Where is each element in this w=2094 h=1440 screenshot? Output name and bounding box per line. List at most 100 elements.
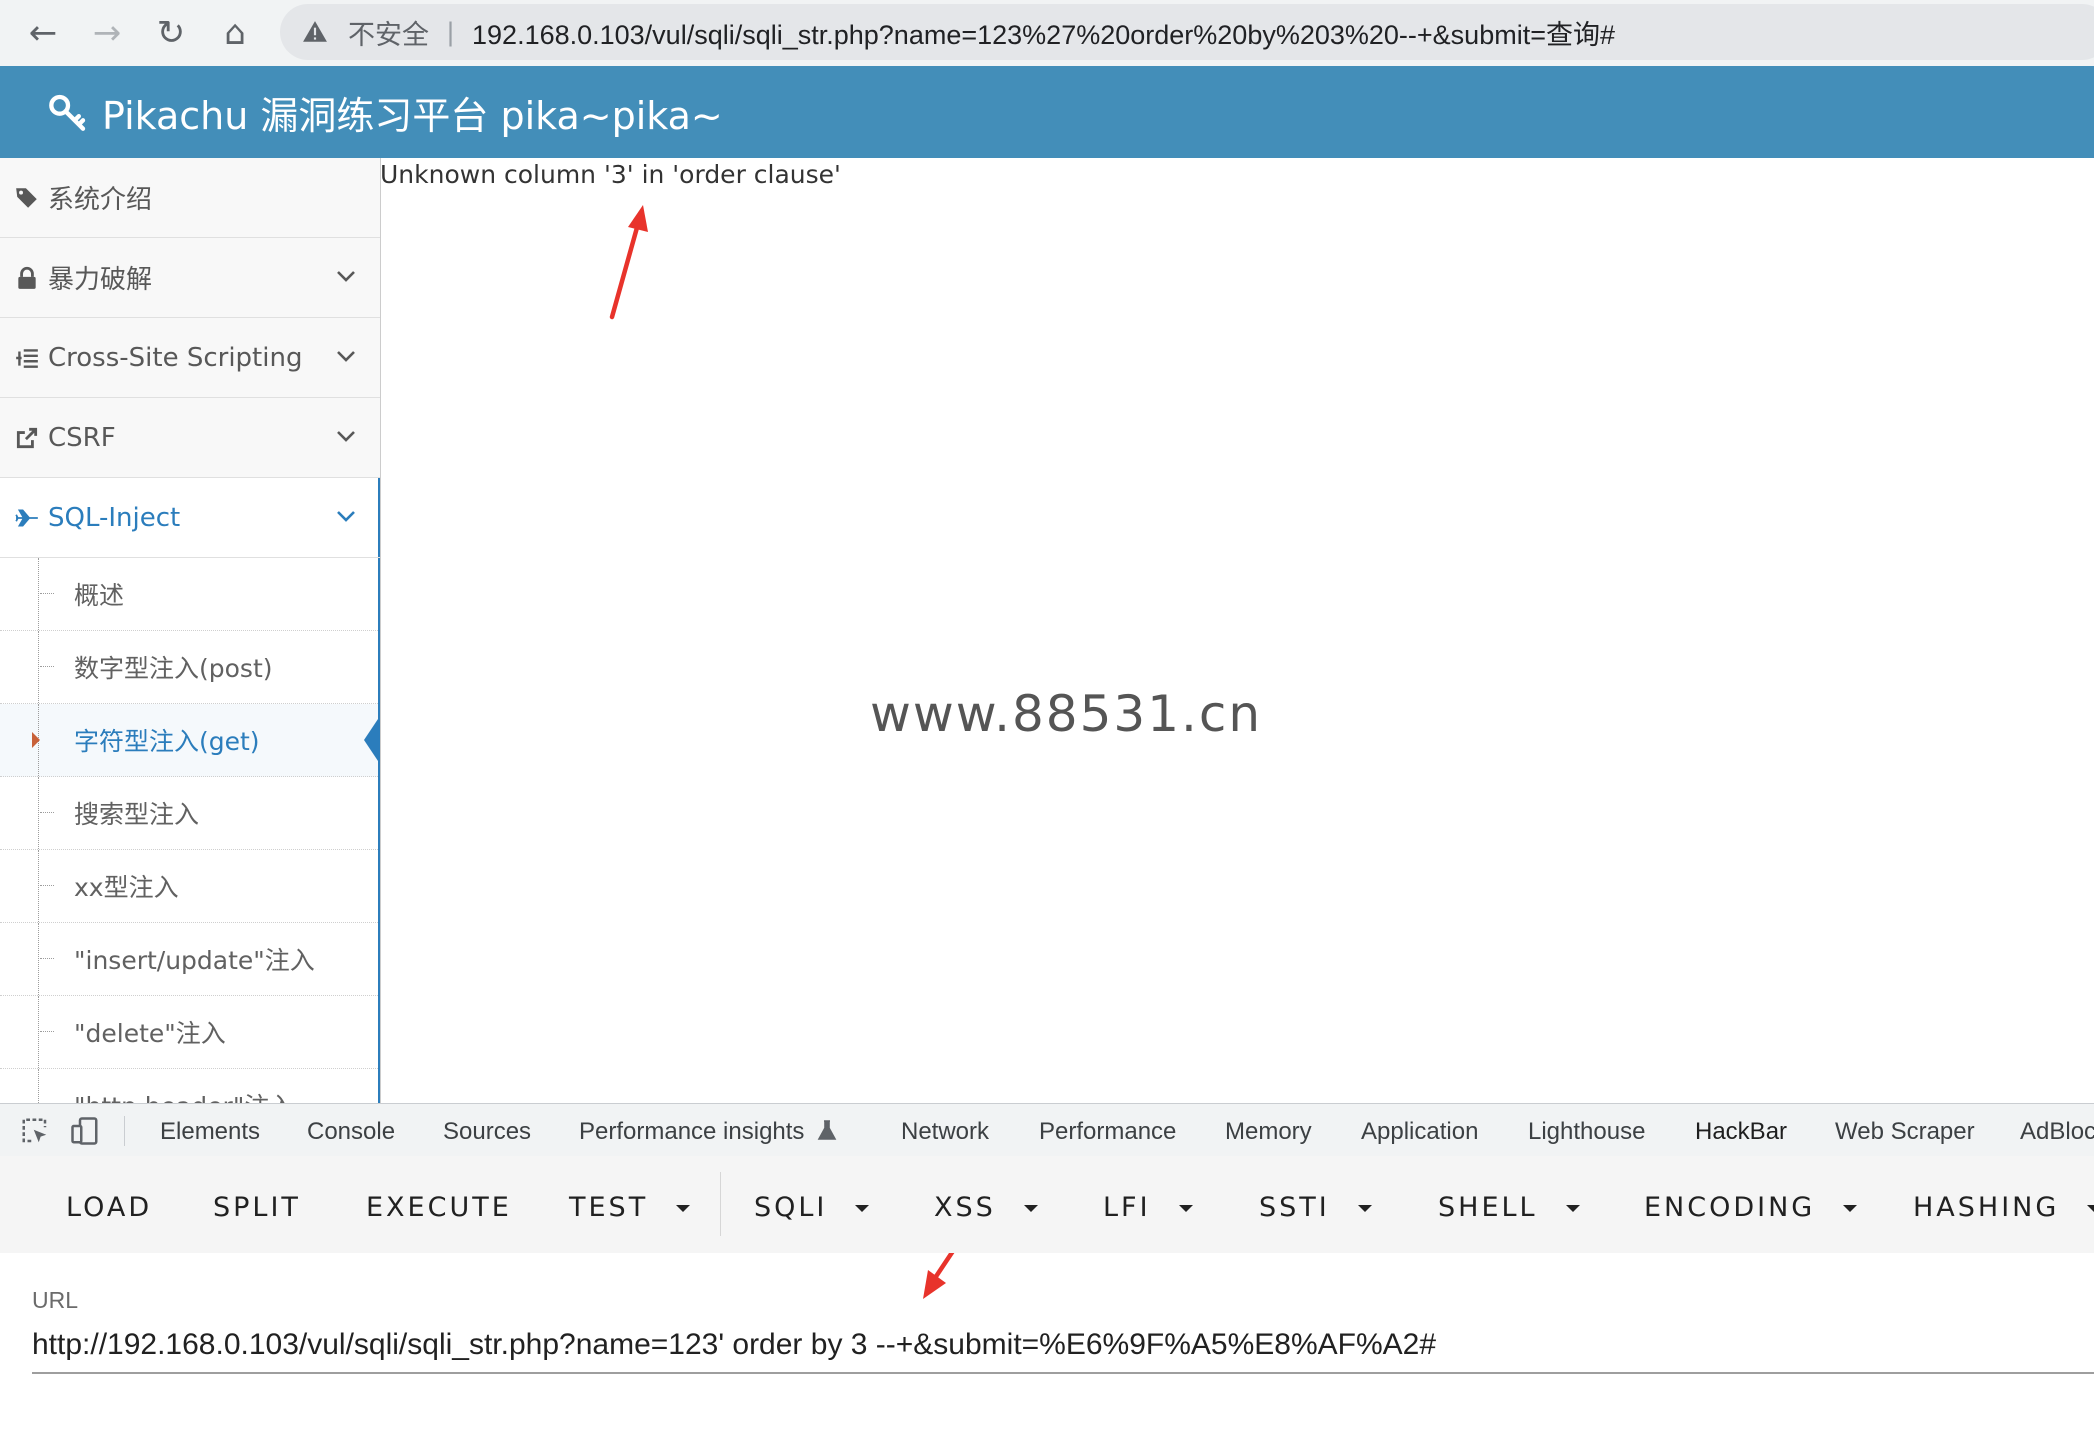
sqli-label: SQLI <box>754 1192 828 1223</box>
hashing-dropdown[interactable]: HASHING <box>1913 1192 2094 1223</box>
sidebar-item-brute-force[interactable]: 暴力破解 <box>0 238 380 318</box>
caret-down-icon <box>676 1205 691 1212</box>
watermark-text: www.88531.cn <box>870 685 1263 743</box>
home-button[interactable]: ⌂ <box>212 10 258 56</box>
security-status[interactable]: 不安全 <box>348 13 429 52</box>
reload-button[interactable]: ↻ <box>148 10 194 56</box>
submenu-item-label: 搜索型注入 <box>74 800 200 829</box>
chevron-down-icon <box>337 511 355 522</box>
sql-error-message: Unknown column '3' in 'order clause' <box>380 160 841 189</box>
hashing-label: HASHING <box>1913 1192 2060 1223</box>
submenu-item-label: "insert/update"注入 <box>74 946 315 975</box>
sidebar-item-sql-inject[interactable]: SQL-Inject <box>0 478 380 558</box>
tab-performance[interactable]: Performance <box>1039 1118 1176 1146</box>
address-bar[interactable]: 不安全 | 192.168.0.103/vul/sqli/sqli_str.ph… <box>280 4 2094 60</box>
sidebar-item-label: CSRF <box>48 422 116 453</box>
list-icon <box>16 348 38 368</box>
xss-dropdown[interactable]: XSS <box>934 1192 1038 1223</box>
lfi-dropdown[interactable]: LFI <box>1103 1192 1193 1223</box>
submenu-item-numeric-post[interactable]: 数字型注入(post) <box>0 631 380 704</box>
submenu-item-search[interactable]: 搜索型注入 <box>0 777 380 850</box>
key-icon <box>49 94 86 131</box>
sidebar-item-xss[interactable]: Cross-Site Scripting <box>0 318 380 398</box>
url-input[interactable] <box>32 1318 2094 1374</box>
sidebar-item-label: SQL-Inject <box>48 502 181 533</box>
submenu-item-label: "http header"注入 <box>74 1087 294 1103</box>
submenu-item-overview[interactable]: 概述 <box>0 558 380 631</box>
back-button[interactable]: ← <box>20 10 66 56</box>
forward-button[interactable]: → <box>84 10 130 56</box>
sidebar-item-label: 系统介绍 <box>48 185 153 215</box>
caret-right-icon <box>32 732 40 748</box>
submenu-item-label: 字符型注入(get) <box>74 727 260 756</box>
sidebar-item-csrf[interactable]: CSRF <box>0 398 380 478</box>
tab-lighthouse[interactable]: Lighthouse <box>1528 1118 1645 1146</box>
load-button[interactable]: LOAD <box>66 1192 152 1223</box>
lfi-label: LFI <box>1103 1192 1151 1223</box>
submenu-item-delete[interactable]: "delete"注入 <box>0 996 380 1069</box>
submenu-item-xx[interactable]: xx型注入 <box>0 850 380 923</box>
lock-icon <box>18 266 36 289</box>
test-dropdown[interactable]: TEST <box>569 1192 691 1223</box>
chevron-down-icon <box>337 271 355 282</box>
tab-hackbar[interactable]: HackBar <box>1680 1118 1812 1157</box>
tab-console[interactable]: Console <box>307 1118 395 1146</box>
submenu-item-label: 概述 <box>74 581 125 610</box>
split-button[interactable]: SPLIT <box>213 1192 301 1223</box>
submenu-item-insert-update[interactable]: "insert/update"注入 <box>0 923 380 996</box>
caret-down-icon <box>855 1205 870 1212</box>
tab-web-scraper[interactable]: Web Scraper <box>1835 1118 1975 1146</box>
tab-elements[interactable]: Elements <box>160 1118 260 1146</box>
sql-inject-submenu: 概述 数字型注入(post) 字符型注入(get) 搜索型注入 xx型注入 "i… <box>0 558 380 1103</box>
tab-adblock[interactable]: AdBlock <box>2020 1118 2094 1146</box>
red-arrow-annotation <box>609 205 648 320</box>
caret-down-icon <box>1357 1205 1372 1212</box>
shell-label: SHELL <box>1438 1192 1538 1223</box>
tags-icon <box>16 187 37 208</box>
encoding-dropdown[interactable]: ENCODING <box>1644 1192 1858 1223</box>
sidebar-item-label: 暴力破解 <box>48 265 153 295</box>
app-header: Pikachu 漏洞练习平台 pika~pika~ <box>0 66 2094 158</box>
xss-label: XSS <box>934 1192 996 1223</box>
address-text[interactable]: 192.168.0.103/vul/sqli/sqli_str.php?name… <box>472 13 1615 52</box>
sqli-dropdown[interactable]: SQLI <box>754 1192 870 1223</box>
encoding-label: ENCODING <box>1644 1192 1816 1223</box>
browser-toolbar: ← → ↻ ⌂ 不安全 | 192.168.0.103/vul/sqli/sql… <box>0 0 2094 67</box>
sidebar: 系统介绍 暴力破解 Cross-Site Scripting CSRF SQL-… <box>0 158 381 1103</box>
caret-down-icon <box>1178 1205 1193 1212</box>
tab-performance-insights[interactable]: Performance insights <box>579 1118 837 1146</box>
submenu-item-label: 数字型注入(post) <box>74 654 273 683</box>
submenu-item-string-get[interactable]: 字符型注入(get) <box>0 704 380 777</box>
active-pointer <box>364 710 380 770</box>
app-title[interactable]: Pikachu 漏洞练习平台 pika~pika~ <box>102 85 723 140</box>
caret-down-icon <box>1565 1205 1580 1212</box>
caret-down-icon <box>2087 1205 2094 1212</box>
tab-sources[interactable]: Sources <box>443 1118 531 1146</box>
tab-network[interactable]: Network <box>901 1118 989 1146</box>
plane-icon <box>15 509 38 526</box>
url-label: URL <box>32 1287 79 1313</box>
chevron-down-icon <box>337 351 355 362</box>
shell-dropdown[interactable]: SHELL <box>1438 1192 1580 1223</box>
inspect-element-icon[interactable] <box>20 1116 50 1146</box>
caret-down-icon <box>1023 1205 1038 1212</box>
caret-down-icon <box>1843 1205 1858 1212</box>
submenu-item-label: "delete"注入 <box>74 1019 226 1048</box>
hackbar-toolbar: LOAD SPLIT EXECUTE TEST SQLI XSS LFI SST… <box>0 1156 2094 1253</box>
sidebar-item-intro[interactable]: 系统介绍 <box>0 158 380 238</box>
sidebar-item-label: Cross-Site Scripting <box>48 342 303 373</box>
submenu-item-label: xx型注入 <box>74 873 179 902</box>
device-toolbar-icon[interactable] <box>70 1116 100 1146</box>
submenu-item-http-header[interactable]: "http header"注入 <box>0 1069 380 1103</box>
ssti-dropdown[interactable]: SSTI <box>1259 1192 1372 1223</box>
warning-icon[interactable] <box>302 19 328 45</box>
ssti-label: SSTI <box>1259 1192 1330 1223</box>
tab-memory[interactable]: Memory <box>1225 1118 1312 1146</box>
devtools-tab-strip: Elements Console Sources Performance ins… <box>0 1103 2094 1158</box>
flask-icon <box>817 1120 837 1140</box>
share-icon <box>16 427 38 448</box>
address-separator: | <box>447 16 455 47</box>
tab-application[interactable]: Application <box>1361 1118 1478 1146</box>
test-label: TEST <box>569 1192 649 1223</box>
execute-button[interactable]: EXECUTE <box>366 1192 512 1223</box>
